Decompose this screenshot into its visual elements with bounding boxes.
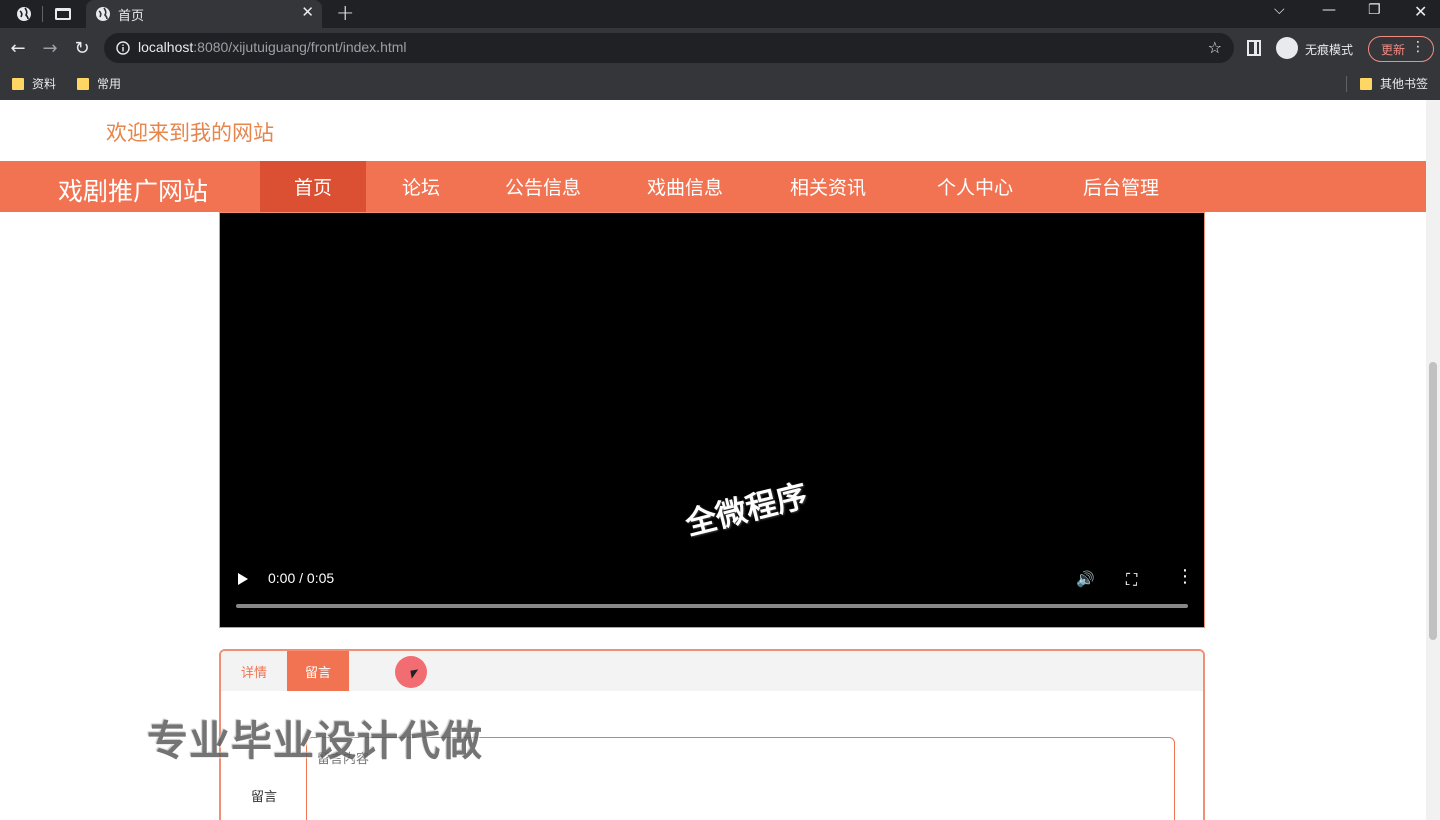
volume-icon[interactable]: 🔊 <box>1076 570 1095 588</box>
tab-details[interactable]: 详情 <box>221 651 287 691</box>
nav-admin[interactable]: 后台管理 <box>1050 161 1192 212</box>
video-time: 0:00 / 0:05 <box>268 570 335 586</box>
video-player[interactable]: 0:00 / 0:05 🔊 ⛶ ⋮ <box>219 212 1205 628</box>
bookmark-folder-other[interactable]: 其他书签 <box>1360 75 1428 92</box>
forward-icon[interactable]: → <box>40 38 60 59</box>
tab-globe-icon <box>96 7 110 21</box>
incognito-icon[interactable] <box>1276 37 1298 59</box>
main-navbar: 戏剧推广网站 首页 论坛 公告信息 戏曲信息 相关资讯 个人中心 后台管理 <box>0 161 1426 212</box>
page-scrollbar[interactable] <box>1426 100 1440 820</box>
site-brand[interactable]: 戏剧推广网站 <box>58 172 208 208</box>
url-text: localhost:8080/xijutuiguang/front/index.… <box>138 39 407 55</box>
folder-icon <box>77 77 89 90</box>
folder-icon <box>12 77 24 90</box>
play-icon[interactable] <box>238 573 248 585</box>
overlay-watermark: 专业毕业设计代做 <box>147 717 483 765</box>
side-panel-icon[interactable] <box>1247 40 1261 56</box>
tab-close-icon[interactable]: ✕ <box>301 3 314 21</box>
nav-personal-center[interactable]: 个人中心 <box>904 161 1046 212</box>
reload-icon[interactable]: ↻ <box>72 38 92 59</box>
nav-announcements[interactable]: 公告信息 <box>474 161 612 212</box>
update-button[interactable]: 更新 ⋮ <box>1368 36 1434 62</box>
scrollbar-thumb[interactable] <box>1429 362 1437 640</box>
update-label: 更新 <box>1381 43 1406 57</box>
video-progress-bar[interactable] <box>236 604 1188 608</box>
browser-toolbar: ← → ↻ localhost:8080/xijutuiguang/front/… <box>0 28 1440 68</box>
folder-icon <box>1360 77 1372 90</box>
fullscreen-icon[interactable]: ⛶ <box>1126 570 1137 590</box>
nav-forum[interactable]: 论坛 <box>372 161 470 212</box>
bookmark-folder-ziliao[interactable]: 资料 <box>12 75 56 92</box>
tab-separator <box>42 6 43 22</box>
nav-home[interactable]: 首页 <box>260 161 366 212</box>
restore-icon[interactable]: ❐ <box>1368 2 1381 18</box>
video-more-icon[interactable]: ⋮ <box>1176 566 1194 587</box>
globe-icon[interactable] <box>14 4 34 24</box>
new-tab-icon[interactable]: + <box>336 1 354 26</box>
more-menu-icon[interactable]: ⋮ <box>1411 39 1425 55</box>
welcome-text: 欢迎来到我的网站 <box>106 121 274 145</box>
page-viewport: 欢迎来到我的网站 戏剧推广网站 首页 论坛 公告信息 戏曲信息 相关资讯 个人中… <box>0 100 1440 820</box>
tab-list-icon[interactable] <box>53 4 73 24</box>
nav-news[interactable]: 相关资讯 <box>759 161 897 212</box>
bookmarks-bar: 资料 常用 其他书签 <box>0 68 1440 100</box>
minimize-icon[interactable]: — <box>1322 2 1336 18</box>
browser-tab-bar: 首页 ✕ + ⌵ — ❐ ✕ <box>0 0 1440 28</box>
tab-title: 首页 <box>118 9 145 24</box>
site-info-icon[interactable] <box>116 41 130 55</box>
incognito-label: 无痕模式 <box>1305 43 1354 57</box>
tab-search-chevron-icon[interactable]: ⌵ <box>1274 2 1285 18</box>
nav-opera-info[interactable]: 戏曲信息 <box>616 161 754 212</box>
bookmark-folder-changyong[interactable]: 常用 <box>77 75 121 92</box>
browser-tab-active[interactable]: 首页 ✕ <box>86 0 322 28</box>
bookmark-star-icon[interactable]: ☆ <box>1208 38 1222 57</box>
address-bar[interactable]: localhost:8080/xijutuiguang/front/index.… <box>104 33 1234 63</box>
bookmark-separator <box>1346 76 1347 92</box>
mouse-cursor-icon <box>410 669 420 679</box>
detail-tabs: 详情 留言 <box>221 651 1203 691</box>
back-icon[interactable]: ← <box>8 38 28 59</box>
comment-field-label: 留言 <box>251 790 278 805</box>
tab-comments[interactable]: 留言 <box>287 651 349 691</box>
close-window-icon[interactable]: ✕ <box>1414 2 1427 21</box>
